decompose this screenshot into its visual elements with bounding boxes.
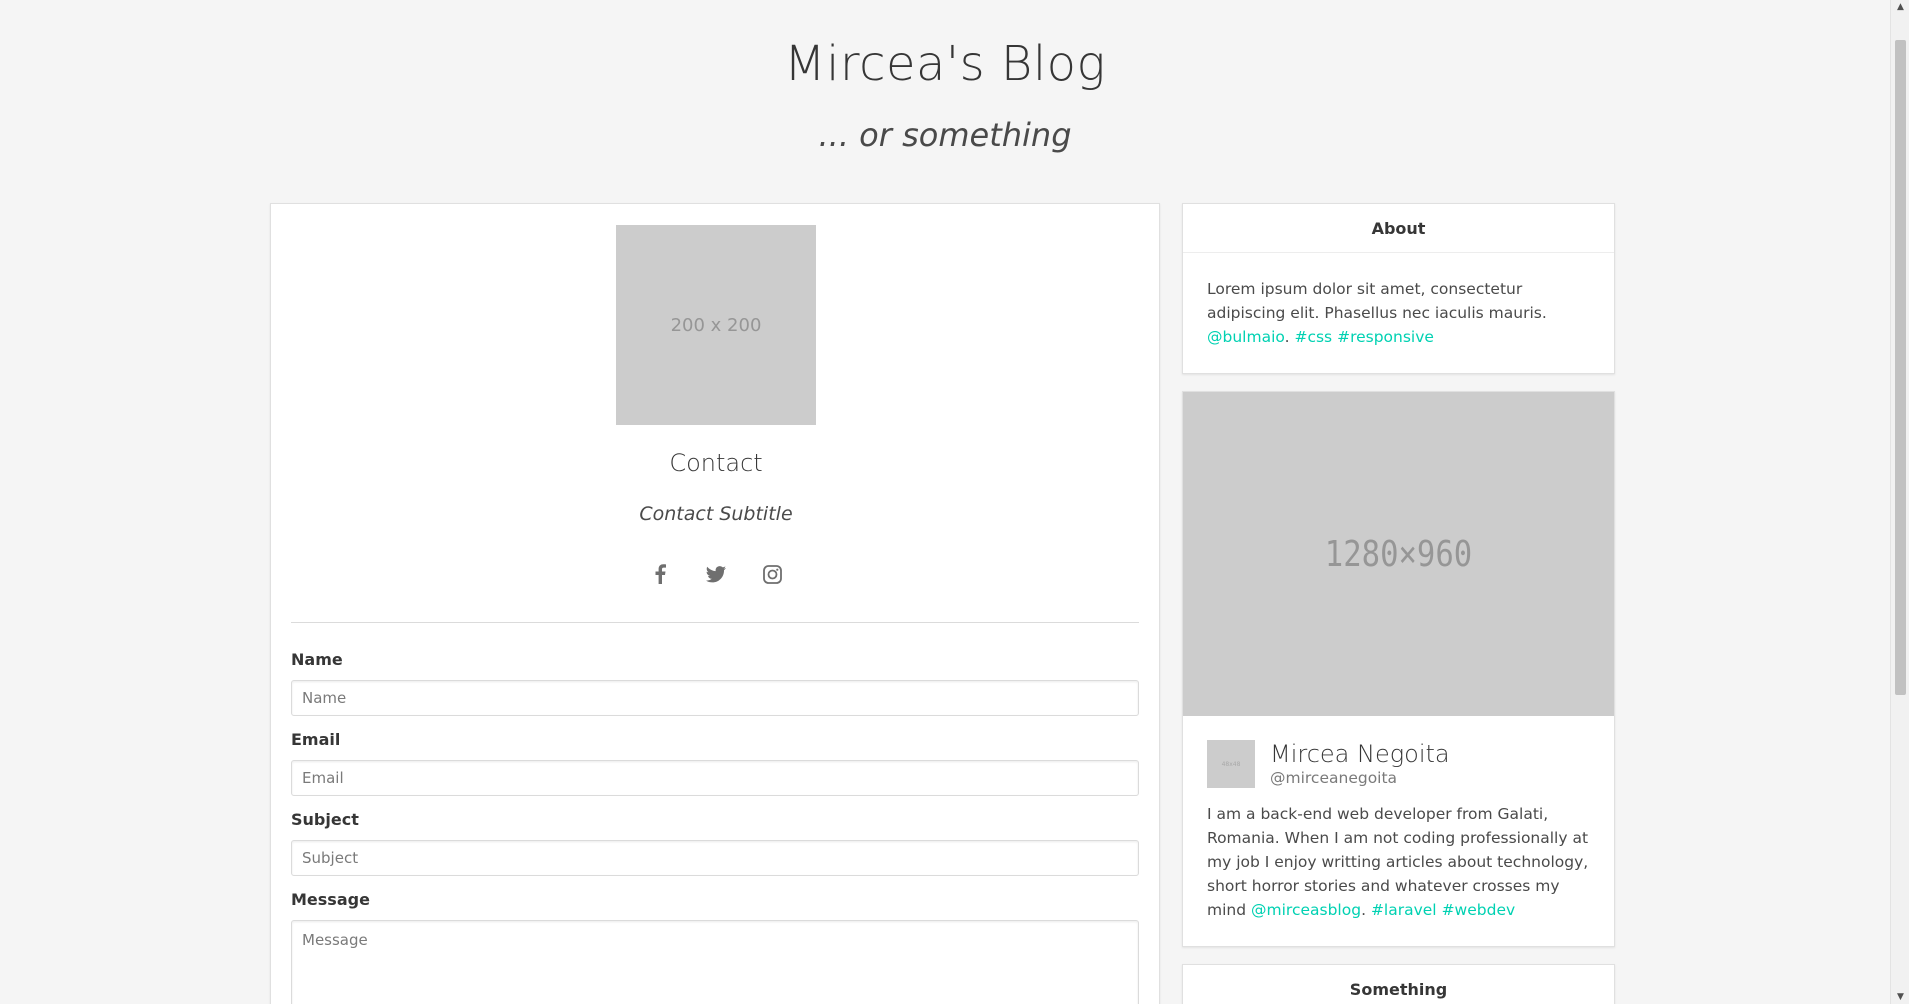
instagram-icon[interactable]	[760, 562, 784, 586]
message-label: Message	[291, 890, 370, 909]
about-text-block: Lorem ipsum dolor sit amet, consectetur …	[1183, 253, 1614, 373]
scroll-down-arrow-icon[interactable]: ▼	[1891, 990, 1909, 1004]
page-scrollbar[interactable]: ▲ ▼	[1890, 0, 1909, 1004]
site-subtitle: ... or something	[818, 116, 1072, 154]
contact-title: Contact	[669, 449, 763, 477]
name-label: Name	[291, 650, 343, 669]
about-title: About	[1183, 204, 1614, 253]
profile-separator: .	[1361, 901, 1366, 919]
profile-image-placeholder: 1280×960	[1183, 392, 1614, 716]
profile-card: 1280×960 48x48 Mircea Negoita @mirceaneg…	[1182, 391, 1615, 947]
profile-name: Mircea Negoita	[1270, 740, 1450, 768]
scroll-up-arrow-icon[interactable]: ▲	[1891, 0, 1909, 14]
facebook-icon[interactable]	[648, 562, 672, 586]
profile-meta: Mircea Negoita @mirceanegoita	[1270, 740, 1450, 788]
email-label: Email	[291, 730, 341, 749]
webdev-tag-link[interactable]: #webdev	[1442, 901, 1516, 919]
something-title: Something	[1183, 965, 1614, 1004]
email-input[interactable]	[291, 760, 1139, 796]
divider	[291, 622, 1139, 623]
about-separator: .	[1284, 328, 1290, 346]
responsive-tag-link[interactable]: #responsive	[1337, 328, 1434, 346]
subject-label: Subject	[291, 810, 359, 829]
profile-header: 48x48 Mircea Negoita @mirceanegoita	[1207, 740, 1590, 788]
contact-card: 200 x 200 Contact Contact Subtitle Name …	[270, 203, 1160, 1004]
name-input[interactable]	[291, 680, 1139, 716]
profile-body: 48x48 Mircea Negoita @mirceanegoita I am…	[1183, 716, 1614, 946]
subject-input[interactable]	[291, 840, 1139, 876]
css-tag-link[interactable]: #css	[1294, 328, 1332, 346]
profile-bio-block: I am a back-end web developer from Galat…	[1207, 802, 1590, 922]
social-links	[271, 562, 1161, 586]
avatar-label: 48x48	[1221, 760, 1241, 768]
something-card: Something	[1182, 964, 1615, 1004]
scroll-thumb[interactable]	[1895, 40, 1906, 695]
about-card: About Lorem ipsum dolor sit amet, consec…	[1182, 203, 1615, 374]
profile-handle: @mirceanegoita	[1270, 769, 1398, 787]
contact-image-label: 200 x 200	[670, 314, 762, 336]
site-title: Mircea's Blog	[784, 36, 1106, 92]
twitter-icon[interactable]	[704, 562, 728, 586]
message-textarea[interactable]	[291, 920, 1139, 1004]
about-text: Lorem ipsum dolor sit amet, consectetur …	[1207, 280, 1547, 322]
profile-image-label: 1280×960	[1215, 392, 1582, 716]
mirceasblog-link[interactable]: @mirceasblog	[1251, 901, 1361, 919]
avatar: 48x48	[1207, 740, 1255, 788]
contact-subtitle: Contact Subtitle	[639, 503, 793, 525]
laravel-tag-link[interactable]: #laravel	[1371, 901, 1437, 919]
contact-image-placeholder: 200 x 200	[616, 225, 816, 425]
bulmaio-link[interactable]: @bulmaio	[1207, 328, 1285, 346]
